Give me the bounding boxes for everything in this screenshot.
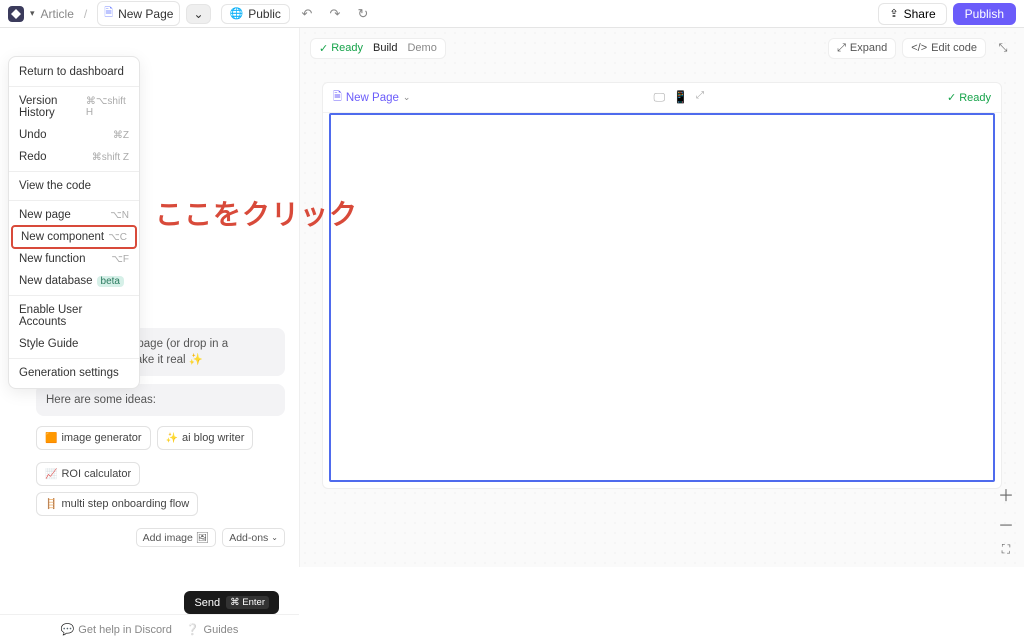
canvas-selection-box[interactable] <box>329 113 995 482</box>
fullscreen-diagonal-icon[interactable]: ⤡ <box>992 37 1014 59</box>
canvas-inner-ready: ✓Ready <box>947 91 991 104</box>
send-shortcut: ⌘ Enter <box>226 596 269 609</box>
zoom-out-button[interactable]: － <box>998 512 1014 536</box>
edit-code-button[interactable]: </>Edit code <box>902 38 986 58</box>
canvas-frame: 🗎 New Page ⌄ 🖵 📱 ⤢ ✓Ready <box>322 82 1002 489</box>
idea-ai-blog-writer[interactable]: ✨ai blog writer <box>157 426 254 450</box>
help-icon: ❔ <box>186 623 200 636</box>
device-mobile-icon[interactable]: 📱 <box>673 90 688 105</box>
chart-icon: 📈 <box>45 469 57 480</box>
zoom-controls: ＋ － ⛶ <box>998 482 1014 557</box>
canvas-mode-tabs: ✓Ready Build Demo <box>310 38 446 59</box>
visibility-chip[interactable]: 🌐 Public <box>221 4 290 24</box>
fit-screen-button[interactable]: ⛶ <box>1002 542 1010 557</box>
chat-ideas-intro: Here are some ideas: <box>36 384 285 416</box>
menu-style-guide[interactable]: Style Guide <box>9 333 139 355</box>
globe-icon: 🌐 <box>230 7 244 20</box>
history-icon[interactable]: ↻ <box>352 3 374 25</box>
top-toolbar: ▾ Article / 🗎 New Page ⌄ 🌐 Public ↶ ↷ ↻ … <box>0 0 1024 28</box>
breadcrumb-separator: / <box>84 7 87 21</box>
expand-icon: ⤢ <box>837 42 846 55</box>
menu-new-page[interactable]: New page⌥N <box>9 204 139 226</box>
menu-version-history[interactable]: Version History⌘⌥shift H <box>9 90 139 124</box>
idea-roi-calculator[interactable]: 📈ROI calculator <box>36 462 140 486</box>
idea-image-generator[interactable]: 🟧image generator <box>36 426 151 450</box>
zoom-in-button[interactable]: ＋ <box>998 482 1014 506</box>
send-label: Send <box>194 597 220 609</box>
status-ready-pill: ✓Ready <box>319 42 363 55</box>
menu-return-dashboard[interactable]: Return to dashboard <box>9 61 139 83</box>
menu-generation-settings[interactable]: Generation settings <box>9 362 139 384</box>
chevron-down-icon[interactable]: ⌄ <box>403 92 411 103</box>
visibility-label: Public <box>248 7 281 21</box>
menu-new-component[interactable]: New component⌥C <box>11 225 137 249</box>
app-logo-icon[interactable] <box>8 6 24 22</box>
page-dropdown-caret[interactable]: ⌄ <box>186 4 210 24</box>
device-desktop-icon[interactable]: 🖵 <box>653 90 665 105</box>
sparkle-box-icon: 🟧 <box>45 433 57 444</box>
undo-icon[interactable]: ↶ <box>296 3 318 25</box>
expand-button[interactable]: ⤢Expand <box>828 38 896 59</box>
steps-icon: 🪜 <box>45 499 57 510</box>
share-label: Share <box>904 7 936 21</box>
footer-guides-link[interactable]: ❔Guides <box>186 623 239 636</box>
addons-button[interactable]: Add-ons⌄ <box>222 528 285 547</box>
code-icon: </> <box>911 42 927 54</box>
publish-button[interactable]: Publish <box>953 3 1016 25</box>
sparkle-icon: ✨ <box>166 433 178 444</box>
idea-onboarding-flow[interactable]: 🪜multi step onboarding flow <box>36 492 198 516</box>
logo-menu-caret-icon[interactable]: ▾ <box>30 8 35 19</box>
main-dropdown-menu: Return to dashboard Version History⌘⌥shi… <box>8 56 140 389</box>
annotation-click-here: ここをクリック <box>155 193 358 233</box>
menu-undo[interactable]: Undo⌘Z <box>9 124 139 146</box>
add-image-button[interactable]: Add image🖼 <box>136 528 217 547</box>
menu-new-database[interactable]: New databasebeta <box>9 270 139 292</box>
check-icon: ✓ <box>947 91 956 104</box>
tab-demo[interactable]: Demo <box>407 42 436 54</box>
page-name-label: New Page <box>118 7 173 21</box>
device-expand-icon[interactable]: ⤢ <box>696 90 704 105</box>
menu-redo[interactable]: Redo⌘shift Z <box>9 146 139 168</box>
discord-icon: 💬 <box>61 623 75 636</box>
left-footer: 💬Get help in Discord ❔Guides <box>0 614 299 642</box>
page-selector-chip[interactable]: 🗎 New Page <box>97 1 180 26</box>
menu-new-function[interactable]: New function⌥F <box>9 248 139 270</box>
share-button[interactable]: ⇪ Share <box>878 3 946 25</box>
check-icon: ✓ <box>319 42 328 55</box>
document-icon: 🗎 <box>333 88 342 107</box>
menu-view-code[interactable]: View the code <box>9 175 139 197</box>
canvas-page-title[interactable]: 🗎 New Page ⌄ <box>333 88 410 107</box>
menu-enable-user-accounts[interactable]: Enable User Accounts <box>9 299 139 333</box>
canvas-area: ✓Ready Build Demo ⤢Expand </>Edit code ⤡… <box>300 28 1024 567</box>
chevron-down-icon: ⌄ <box>271 533 278 542</box>
footer-discord-link[interactable]: 💬Get help in Discord <box>61 623 172 636</box>
share-icon: ⇪ <box>889 7 898 20</box>
breadcrumb-article[interactable]: Article <box>41 7 74 21</box>
document-icon: 🗎 <box>104 4 113 23</box>
tab-build[interactable]: Build <box>373 42 397 54</box>
send-button[interactable]: Send ⌘ Enter <box>184 591 279 614</box>
image-icon: 🖼 <box>196 531 209 544</box>
redo-icon[interactable]: ↷ <box>324 3 346 25</box>
